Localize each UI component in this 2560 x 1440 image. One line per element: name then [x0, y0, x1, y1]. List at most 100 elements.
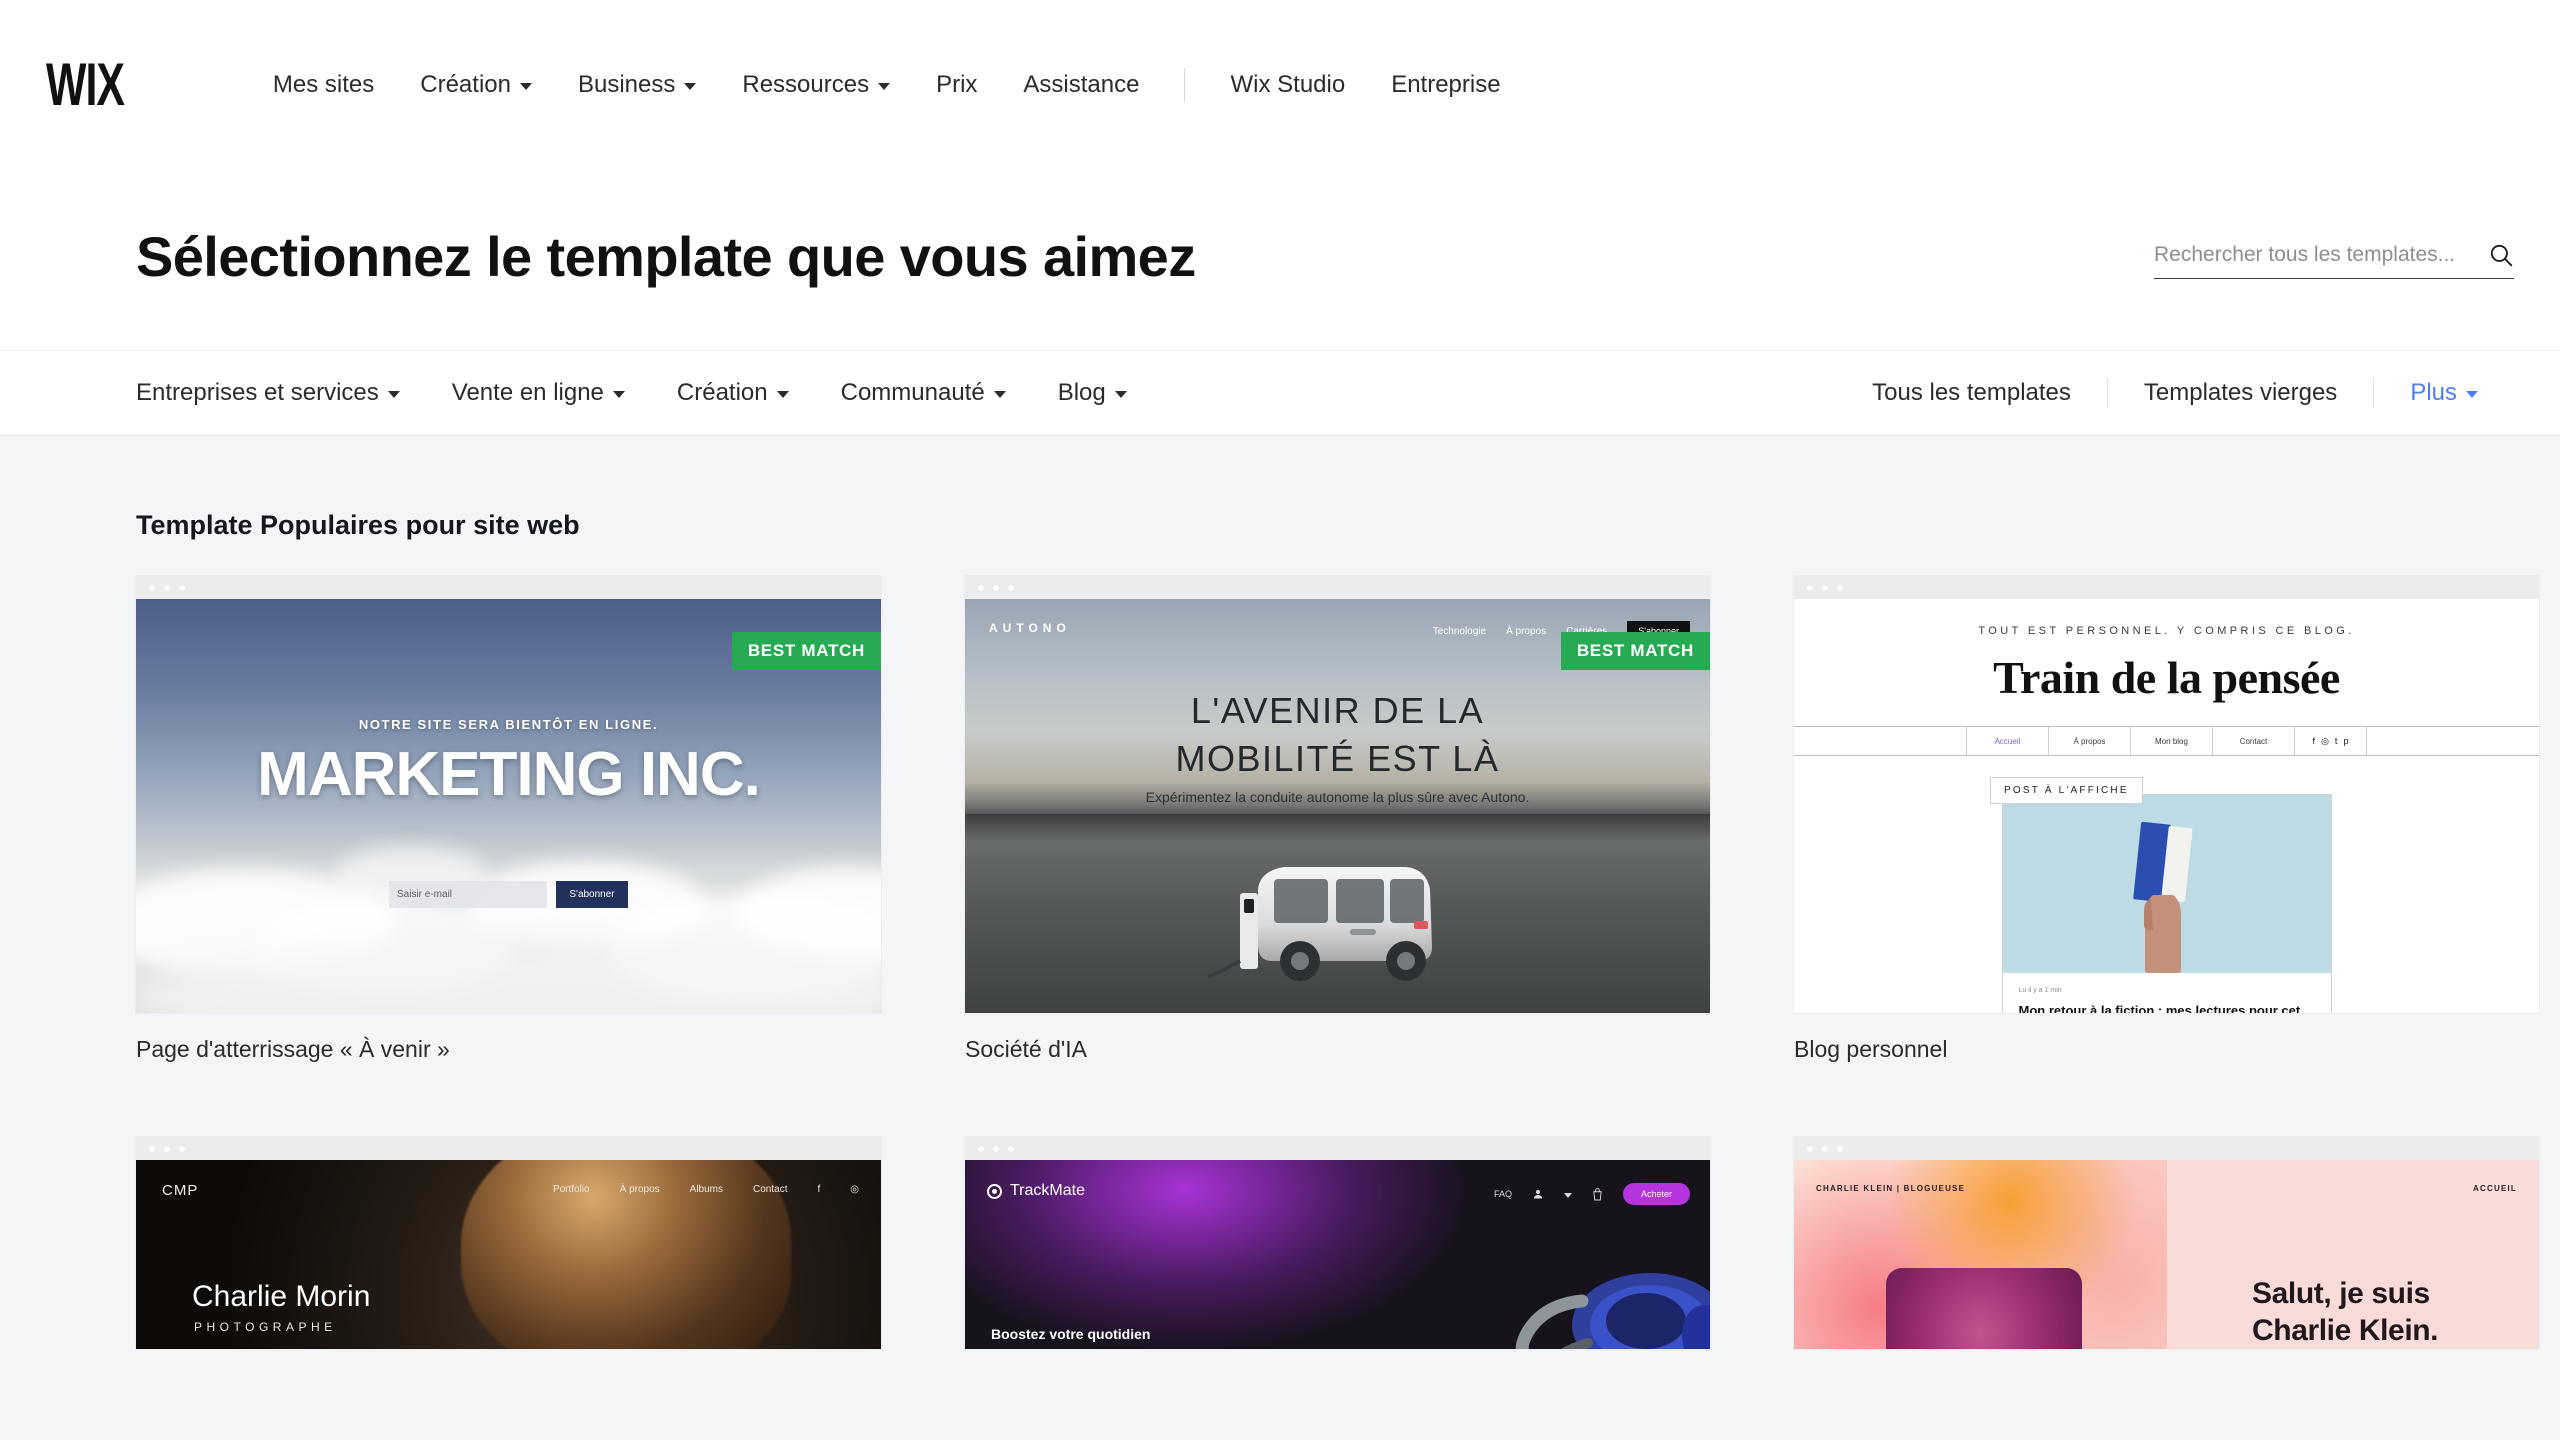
template-card[interactable]: BEST MATCH NOTRE SITE SERA BIENTÔT EN LI… [136, 576, 881, 1063]
template-preview[interactable]: BEST MATCH NOTRE SITE SERA BIENTÔT EN LI… [136, 576, 881, 1013]
filter-entreprises-et-services[interactable]: Entreprises et services [136, 371, 426, 415]
filter-label: Tous les templates [1872, 379, 2071, 406]
filter-creation[interactable]: Création [677, 371, 815, 415]
category-filters: Entreprises et services Vente en ligne C… [136, 371, 1179, 415]
filter-label: Templates vierges [2143, 379, 2338, 406]
template-search[interactable] [2154, 242, 2514, 279]
browser-dot-icon [164, 584, 170, 591]
browser-dot-icon [978, 584, 984, 591]
nav-item-prix[interactable]: Prix [913, 63, 1000, 107]
filter-label: Blog [1057, 379, 1106, 406]
twitter-icon: t [2334, 736, 2338, 746]
browser-dot-icon [993, 1145, 999, 1152]
nav-technologie: Technologie [1432, 625, 1487, 637]
nav-accueil: Accueil [1967, 727, 2049, 755]
post-meta: Lu il y a 1 min [2018, 987, 2062, 994]
chevron-down-icon [612, 391, 625, 398]
photographer-background: CMP Portfolio À propos Albums Contact f … [136, 1160, 881, 1349]
nav-item-creation[interactable]: Création [397, 63, 555, 107]
category-filter-bar: Entreprises et services Vente en ligne C… [0, 350, 2560, 436]
search-input[interactable] [2154, 243, 2482, 267]
nav-item-assistance[interactable]: Assistance [1000, 63, 1162, 107]
template-card[interactable]: CHARLIE KLEIN | BLOGUEUSE ACCUEIL Salut,… [1794, 1137, 2539, 1349]
facebook-icon: f [817, 1184, 821, 1195]
preview-logo: TrackMate [987, 1182, 1085, 1200]
browser-dot-icon [179, 584, 185, 591]
nav-portfolio: Portfolio [552, 1184, 590, 1195]
browser-chrome-bar [136, 576, 881, 599]
browser-dot-icon [1837, 1145, 1843, 1152]
template-card[interactable]: BEST MATCH AUTONO Technologie À propos C… [965, 576, 1710, 1063]
preview-subscribe-form: Saisir e-mail S'abonner [136, 881, 881, 908]
nav-item-mes-sites[interactable]: Mes sites [250, 63, 397, 107]
nav-albums: Albums [689, 1184, 724, 1195]
nav-item-wix-studio[interactable]: Wix Studio [1207, 63, 1368, 107]
browser-dot-icon [164, 1145, 170, 1152]
template-name: Blog personnel [1794, 1036, 1948, 1062]
template-card[interactable]: TOUT EST PERSONNEL. Y COMPRIS CE BLOG. T… [1794, 576, 2539, 1063]
browser-chrome-bar [965, 1137, 1710, 1160]
template-card[interactable]: CMP Portfolio À propos Albums Contact f … [136, 1137, 881, 1349]
template-preview[interactable]: TOUT EST PERSONNEL. Y COMPRIS CE BLOG. T… [1794, 576, 2539, 1013]
preview-logo: AUTONO [989, 621, 1071, 635]
chevron-down-icon [1563, 1193, 1572, 1198]
template-preview[interactable]: TrackMate FAQ Acheter Boostez votre quot… [965, 1137, 1710, 1349]
browser-dot-icon [1807, 1145, 1813, 1152]
nav-item-label: Ressources [742, 71, 870, 98]
pinterest-icon: p [2343, 736, 2349, 746]
preview-title: MARKETING INC. [257, 740, 761, 809]
template-preview[interactable]: BEST MATCH AUTONO Technologie À propos C… [965, 576, 1710, 1013]
chevron-down-icon [776, 391, 789, 398]
filter-blog[interactable]: Blog [1058, 371, 1153, 415]
search-icon[interactable] [2488, 242, 2514, 268]
template-preview[interactable]: CMP Portfolio À propos Albums Contact f … [136, 1137, 881, 1349]
template-preview[interactable]: CHARLIE KLEIN | BLOGUEUSE ACCUEIL Salut,… [1794, 1137, 2539, 1349]
electric-car-illustration [1207, 867, 1432, 981]
hand-holding-books-illustration [2132, 821, 2192, 973]
filter-templates-vierges[interactable]: Templates vierges [2108, 379, 2373, 407]
filter-tous-les-templates[interactable]: Tous les templates [1836, 379, 2107, 407]
template-card[interactable]: TrackMate FAQ Acheter Boostez votre quot… [965, 1137, 1710, 1349]
instagram-icon: ◎ [850, 1184, 859, 1195]
filter-label: Création [676, 379, 768, 406]
chevron-down-icon [684, 83, 697, 90]
wix-logo[interactable]: WIX [46, 54, 125, 115]
nav-item-label: Entreprise [1391, 71, 1501, 98]
nav-contact: Contact [2213, 727, 2295, 755]
preview-nav: Portfolio À propos Albums Contact f ◎ [553, 1184, 859, 1195]
preview-buy-button: Acheter [1622, 1183, 1690, 1205]
preview-title: Charlie Morin [192, 1280, 371, 1313]
best-match-badge: BEST MATCH [731, 632, 881, 670]
nav-item-ressources[interactable]: Ressources [719, 63, 913, 107]
nav-item-business[interactable]: Business [555, 63, 719, 107]
post-body: Lu il y a 1 min Mon retour à la fiction … [2003, 973, 2331, 1013]
browser-dot-icon [1008, 1145, 1014, 1152]
vr-headset-illustration [1515, 1273, 1710, 1349]
preview-screenshot: CMP Portfolio À propos Albums Contact f … [136, 1160, 881, 1349]
wix-templates-page: WIX Mes sites Création Business Ressourc… [0, 0, 2560, 1440]
preview-kicker: TOUT EST PERSONNEL. Y COMPRIS CE BLOG. [1978, 625, 2355, 637]
target-icon [987, 1183, 1002, 1199]
template-name: Société d'IA [965, 1036, 1088, 1062]
preview-screenshot: TOUT EST PERSONNEL. Y COMPRIS CE BLOG. T… [1794, 599, 2539, 1013]
logo-text: TrackMate [1010, 1182, 1085, 1199]
chevron-down-icon [2466, 391, 2478, 398]
nav-spacer [1794, 727, 1967, 755]
chevron-down-icon [993, 391, 1006, 398]
instagram-icon: ◎ [2321, 735, 2329, 746]
nav-item-entreprise[interactable]: Entreprise [1368, 63, 1523, 107]
post-title: Mon retour à la fiction : mes lectures p… [2018, 1003, 2301, 1013]
preview-email-field: Saisir e-mail [389, 881, 547, 908]
nav-mon-blog: Mon blog [2131, 727, 2213, 755]
filter-vente-en-ligne[interactable]: Vente en ligne [452, 371, 651, 415]
browser-dot-icon [978, 1145, 984, 1152]
filter-plus[interactable]: Plus [2374, 379, 2514, 407]
preview-headline: Salut, je suis Charlie Klein. [2252, 1276, 2439, 1349]
preview-screenshot: CHARLIE KLEIN | BLOGUEUSE ACCUEIL Salut,… [1794, 1160, 2539, 1349]
nav-item-label: Wix Studio [1230, 71, 1346, 98]
chevron-down-icon [878, 83, 891, 90]
browser-chrome-bar [1794, 1137, 2539, 1160]
browser-dot-icon [149, 1145, 155, 1152]
filter-communaute[interactable]: Communauté [841, 371, 1032, 415]
